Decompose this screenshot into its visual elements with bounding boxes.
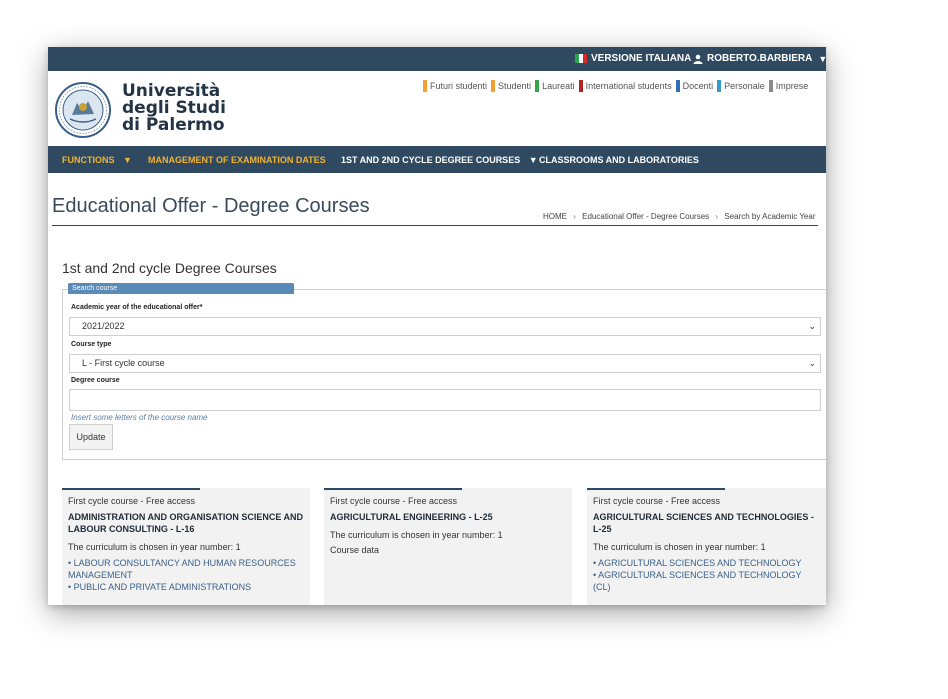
chevron-down-icon: ▼ [123,155,132,165]
user-menu[interactable]: ROBERTO.BARBIERA ▼ [693,53,826,64]
course-data-link[interactable]: Course data [330,545,566,555]
audience-color-bar [578,80,583,92]
search-panel-tab: Search course [68,283,294,294]
italian-flag-icon [575,54,587,63]
curriculum-link[interactable]: AGRICULTURAL SCIENCES AND TECHNOLOGY (CL… [593,569,821,593]
chevron-down-icon: ⌄ [808,358,816,368]
degree-course-label: Degree course [71,377,120,384]
browser-window: VERSIONE ITALIANA ROBERTO.BARBIERA ▼ Uni… [48,47,826,605]
curriculum-list: LABOUR CONSULTANCY AND HUMAN RESOURCES M… [68,557,304,593]
breadcrumb: HOME › Educational Offer - Degree Course… [543,212,815,221]
breadcrumb-current: Search by Academic Year [724,212,816,221]
nav-exam-dates-label: MANAGEMENT OF EXAMINATION DATES [148,155,326,165]
audience-label: Personale [724,81,765,91]
nav-degree-courses[interactable]: 1ST AND 2ND CYCLE DEGREE COURSES ▼ [341,155,538,165]
course-name[interactable]: ADMINISTRATION AND ORGANISATION SCIENCE … [68,511,304,535]
audience-link-imprese[interactable]: Imprese [768,80,809,92]
academic-year-value: 2021/2022 [82,321,125,331]
academic-year-label: Academic year of the educational offer* [71,304,203,311]
course-type-text: First cycle course - Free access [68,496,196,506]
audience-label: Imprese [775,81,809,91]
audience-link-laureati[interactable]: Laureati [535,80,575,92]
nav-functions[interactable]: FUNCTIONS ▼ [62,155,132,165]
course-type-text: First cycle course - Free access [593,496,721,506]
user-icon [693,54,703,64]
curriculum-link[interactable]: PUBLIC AND PRIVATE ADMINISTRATIONS [68,581,304,593]
card-accent-line [587,488,725,490]
course-curriculum-note: The curriculum is chosen in year number:… [330,530,503,540]
nav-classrooms-label: CLASSROOMS AND LABORATORIES [539,155,699,165]
course-name[interactable]: AGRICULTURAL ENGINEERING - L-25 [330,511,566,523]
academic-year-select[interactable]: 2021/2022 ⌄ [69,317,821,336]
audience-label: Studenti [498,81,532,91]
card-accent-line [324,488,462,490]
breadcrumb-home[interactable]: HOME [543,212,567,221]
card-accent-line [62,488,200,490]
course-curriculum-note: The curriculum is chosen in year number:… [593,542,766,552]
breadcrumb-educational-offer[interactable]: Educational Offer - Degree Courses [582,212,709,221]
course-card[interactable]: First cycle course - Free access AGRICUL… [587,488,826,605]
language-switch[interactable]: VERSIONE ITALIANA [575,53,691,64]
site-header: Università degli Studi di Palermo Futuri… [48,71,826,146]
audience-color-bar [768,80,773,92]
audience-links: Futuri studenti Studenti Laureati Intern… [423,80,812,92]
nav-degree-courses-label: 1ST AND 2ND CYCLE DEGREE COURSES [341,155,521,165]
audience-label: Laureati [542,81,575,91]
page-title: Educational Offer - Degree Courses [52,195,370,217]
degree-course-hint: Insert some letters of the course name [71,413,208,422]
audience-link-studenti[interactable]: Studenti [491,80,531,92]
user-name: ROBERTO.BARBIERA [707,53,813,64]
university-logo-text[interactable]: Università degli Studi di Palermo [122,83,226,134]
audience-label: Futuri studenti [430,81,488,91]
audience-link-international-students[interactable]: International students [578,80,672,92]
main-nav: FUNCTIONS ▼ MANAGEMENT OF EXAMINATION DA… [48,146,826,173]
course-curriculum-note: The curriculum is chosen in year number:… [68,542,241,552]
nav-functions-label: FUNCTIONS [62,155,115,165]
nav-exam-dates[interactable]: MANAGEMENT OF EXAMINATION DATES [148,155,326,165]
audience-link-personale[interactable]: Personale [717,80,765,92]
top-utility-bar: VERSIONE ITALIANA ROBERTO.BARBIERA ▼ [48,47,826,71]
audience-color-bar [675,80,680,92]
course-type-select[interactable]: L - First cycle course ⌄ [69,354,821,373]
breadcrumb-separator: › [715,212,719,221]
course-type-label: Course type [71,341,112,348]
language-label: VERSIONE ITALIANA [591,53,692,64]
chevron-down-icon: ▼ [818,53,826,64]
curriculum-link[interactable]: LABOUR CONSULTANCY AND HUMAN RESOURCES M… [68,557,304,581]
section-title: 1st and 2nd cycle Degree Courses [62,260,277,276]
search-panel: Academic year of the educational offer* … [62,289,826,460]
audience-label: International students [585,81,672,91]
course-type-value: L - First cycle course [82,358,165,368]
degree-course-input[interactable] [69,389,821,411]
logo-line-3: di Palermo [122,115,225,135]
curriculum-link[interactable]: AGRICULTURAL SCIENCES AND TECHNOLOGY [593,557,821,569]
audience-link-docenti[interactable]: Docenti [675,80,714,92]
audience-color-bar [717,80,722,92]
update-button[interactable]: Update [69,424,113,450]
breadcrumb-separator: › [573,212,576,221]
audience-color-bar [535,80,540,92]
course-card[interactable]: First cycle course - Free access ADMINIS… [62,488,310,605]
title-divider [52,225,818,226]
chevron-down-icon: ▼ [528,155,538,165]
audience-color-bar [423,80,427,92]
university-seal-logo[interactable] [54,81,112,139]
audience-label: Docenti [682,81,714,91]
course-name[interactable]: AGRICULTURAL SCIENCES AND TECHNOLOGIES -… [593,511,821,535]
audience-color-bar [491,80,496,92]
curriculum-list: AGRICULTURAL SCIENCES AND TECHNOLOGY AGR… [593,557,821,593]
nav-classrooms[interactable]: CLASSROOMS AND LABORATORIES [539,155,699,165]
audience-link-futuri-studenti[interactable]: Futuri studenti [423,80,487,92]
chevron-down-icon: ⌄ [808,321,816,331]
course-type-text: First cycle course - Free access [330,496,458,506]
course-card[interactable]: First cycle course - Free access AGRICUL… [324,488,572,605]
